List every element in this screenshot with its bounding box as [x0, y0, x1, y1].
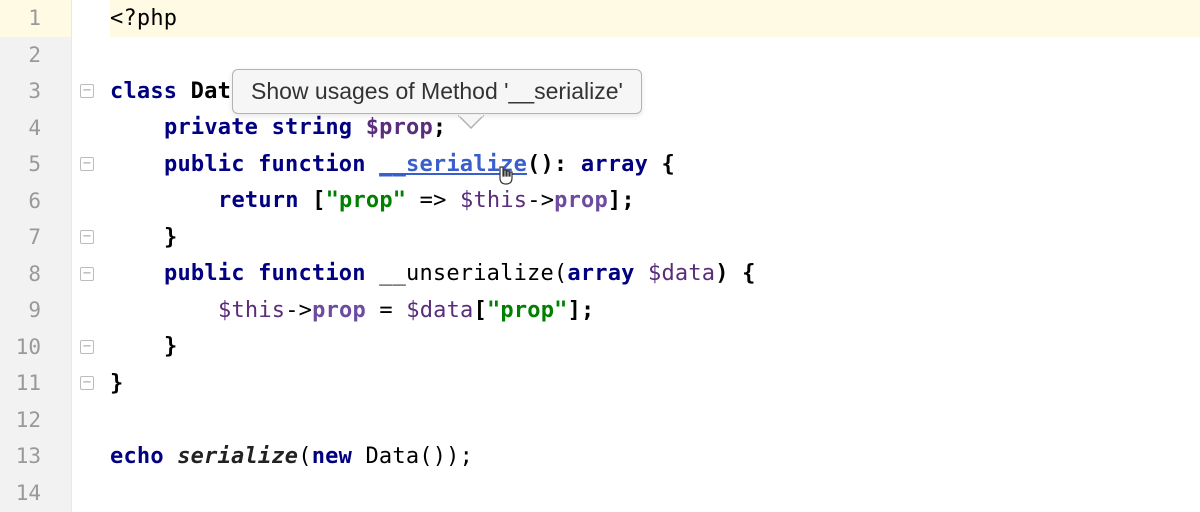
property: prop — [312, 298, 366, 323]
line-number[interactable]: 13 — [0, 438, 71, 475]
constructor-call: Data()); — [352, 444, 473, 469]
keyword-new: new — [312, 444, 352, 469]
keyword-echo: echo — [110, 444, 177, 469]
line-number[interactable]: 1 — [0, 0, 71, 37]
code-line[interactable] — [110, 402, 1200, 439]
line-number[interactable]: 14 — [0, 475, 71, 512]
paren: ( — [298, 444, 311, 469]
arrow: => — [406, 188, 460, 213]
fold-cell — [72, 365, 102, 402]
line-number[interactable]: 9 — [0, 292, 71, 329]
fold-cell — [72, 0, 102, 37]
line-number-gutter: 1 2 3 4 5 6 7 8 9 10 11 12 13 14 — [0, 0, 72, 512]
keyword-array: array — [567, 261, 648, 286]
code-line[interactable]: } — [110, 329, 1200, 366]
equals: = — [366, 298, 406, 323]
fold-cell — [72, 402, 102, 439]
bracket: [ — [473, 298, 486, 323]
fold-toggle-icon[interactable] — [80, 267, 94, 281]
tooltip-callout-icon — [458, 115, 484, 129]
fold-toggle-icon[interactable] — [80, 376, 94, 390]
code-line[interactable]: <?php — [110, 0, 1200, 37]
line-number[interactable]: 11 — [0, 365, 71, 402]
bracket: ]; — [568, 298, 595, 323]
variable-this: $this — [218, 298, 285, 323]
semicolon: ; — [433, 115, 446, 140]
line-number[interactable]: 10 — [0, 329, 71, 366]
line-number[interactable]: 4 — [0, 110, 71, 147]
keyword-array: array — [581, 152, 648, 177]
brace: { — [648, 152, 675, 177]
bracket: [ — [299, 188, 326, 213]
line-number[interactable]: 8 — [0, 256, 71, 293]
fold-cell — [72, 37, 102, 74]
method-serialize-link[interactable]: __serialize — [379, 152, 527, 177]
line-number[interactable]: 6 — [0, 183, 71, 220]
brace: } — [110, 371, 123, 396]
deref: -> — [285, 298, 312, 323]
paren: ) { — [715, 261, 755, 286]
code-line[interactable]: $this->prop = $data["prop"]; — [110, 292, 1200, 329]
fold-cell — [72, 110, 102, 147]
keyword-return: return — [218, 188, 299, 213]
fold-cell — [72, 292, 102, 329]
fold-toggle-icon[interactable] — [80, 340, 94, 354]
brace: } — [164, 334, 177, 359]
line-number[interactable]: 12 — [0, 402, 71, 439]
fold-cell — [72, 438, 102, 475]
function-call: serialize — [177, 444, 298, 469]
keyword-class: class — [110, 79, 177, 104]
bracket: ]; — [608, 188, 635, 213]
line-number[interactable]: 3 — [0, 73, 71, 110]
usages-tooltip[interactable]: Show usages of Method '__serialize' — [232, 69, 642, 114]
deref: -> — [527, 188, 554, 213]
line-number[interactable]: 5 — [0, 146, 71, 183]
method-unserialize: __unserialize( — [379, 261, 567, 286]
string-literal: "prop" — [326, 188, 407, 213]
property: prop — [554, 188, 608, 213]
keyword-public: public — [164, 152, 245, 177]
code-editor[interactable]: 1 2 3 4 5 6 7 8 9 10 11 12 13 14 <?php c… — [0, 0, 1200, 512]
string-literal: "prop" — [487, 298, 568, 323]
variable: $data — [648, 261, 715, 286]
brace: } — [164, 225, 177, 250]
fold-toggle-icon[interactable] — [80, 157, 94, 171]
keyword-function: function — [245, 152, 379, 177]
code-line[interactable]: private string $prop; — [110, 110, 1200, 147]
code-line[interactable]: } — [110, 219, 1200, 256]
variable-this: $this — [460, 188, 527, 213]
line-number[interactable]: 2 — [0, 37, 71, 74]
fold-cell — [72, 256, 102, 293]
keyword-function: function — [245, 261, 379, 286]
fold-cell — [72, 146, 102, 183]
code-line[interactable]: } — [110, 365, 1200, 402]
fold-cell — [72, 475, 102, 512]
fold-cell — [72, 183, 102, 220]
variable: $prop — [366, 115, 433, 140]
signature: (): — [527, 152, 581, 177]
fold-gutter — [72, 0, 102, 512]
code-line[interactable] — [110, 37, 1200, 74]
fold-toggle-icon[interactable] — [80, 84, 94, 98]
keyword-private: private — [164, 115, 258, 140]
line-number[interactable]: 7 — [0, 219, 71, 256]
code-line[interactable]: return ["prop" => $this->prop]; — [110, 183, 1200, 220]
code-line[interactable]: echo serialize(new Data()); — [110, 438, 1200, 475]
code-line[interactable]: public function __serialize(): array { — [110, 146, 1200, 183]
code-line[interactable] — [110, 475, 1200, 512]
fold-cell — [72, 329, 102, 366]
tooltip-text: Show usages of Method '__serialize' — [251, 78, 623, 104]
keyword-public: public — [164, 261, 245, 286]
fold-cell — [72, 73, 102, 110]
code-line[interactable]: public function __unserialize(array $dat… — [110, 256, 1200, 293]
fold-toggle-icon[interactable] — [80, 230, 94, 244]
fold-cell — [72, 219, 102, 256]
keyword-string: string — [258, 115, 366, 140]
variable: $data — [406, 298, 473, 323]
php-open-tag: <?php — [110, 6, 177, 31]
